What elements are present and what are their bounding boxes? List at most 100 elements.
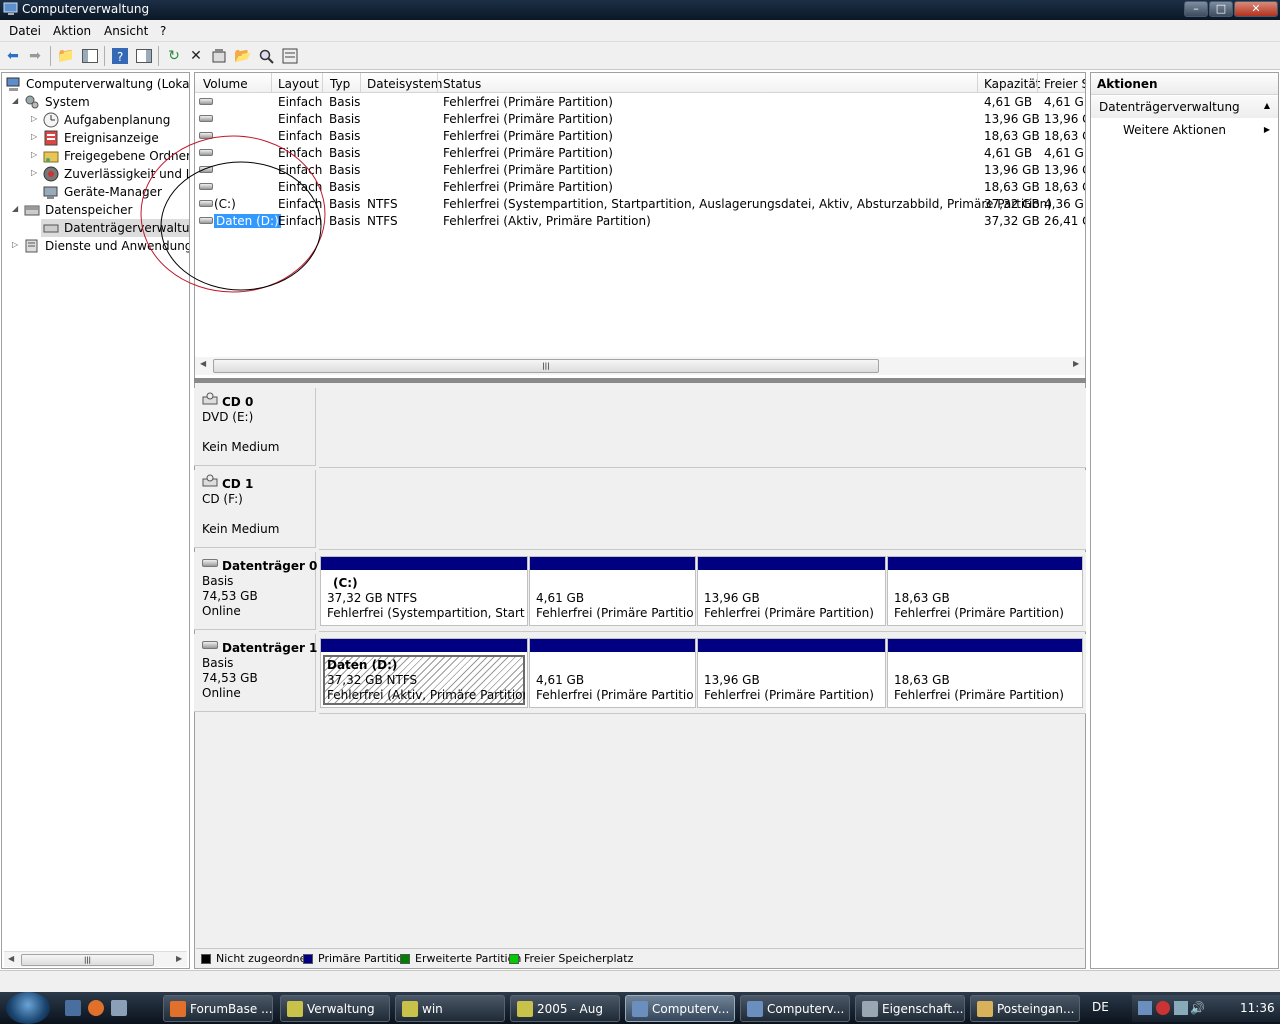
actions-section-datentraegerverwaltung[interactable]: Datenträgerverwaltung ▲ xyxy=(1091,96,1278,118)
disk-line2: CD (F:) xyxy=(202,492,243,506)
volume-row[interactable]: Daten (D:) Einfach Basis NTFS Fehlerfrei (Ak… xyxy=(195,213,1085,230)
partition-block[interactable]: 13,96 GB Fehlerfrei (Primäre Partition) xyxy=(697,556,886,626)
volume-row[interactable]: Einfach Basis Fehlerfrei (Primäre Partitio… xyxy=(195,179,1085,196)
refresh-icon[interactable]: ↻ xyxy=(165,47,183,65)
scroll-right-icon[interactable]: ▶ xyxy=(176,954,182,963)
column-layout[interactable]: Layout xyxy=(278,77,319,91)
help-icon[interactable]: ? xyxy=(111,47,129,65)
disk-label-hdd[interactable]: Datenträger 0 Basis 74,53 GB Online xyxy=(194,552,317,630)
partition-block[interactable]: 4,61 GB Fehlerfrei (Primäre Partition) xyxy=(529,638,696,708)
scroll-right-icon[interactable]: ▶ xyxy=(1073,359,1079,368)
back-arrow-icon[interactable]: ⬅ xyxy=(4,47,22,65)
search-icon[interactable] xyxy=(257,47,275,65)
scroll-thumb[interactable]: ||| xyxy=(21,954,154,966)
switch-windows-icon[interactable] xyxy=(111,1000,127,1016)
tree-item-freigegebene-ordner[interactable]: ▷ Freigegebene Ordner xyxy=(2,147,189,165)
menu-ansicht[interactable]: Ansicht xyxy=(104,24,148,38)
taskbar-item-label: win xyxy=(422,1002,443,1016)
column-dateisystem[interactable]: Dateisystem xyxy=(367,77,442,91)
partition-block[interactable]: Daten (D:) 37,32 GB NTFS Fehlerfrei (Aktiv… xyxy=(320,638,528,708)
disk-label-cd[interactable]: CD 0 DVD (E:) Kein Medium xyxy=(194,388,316,466)
column-freier-speicher[interactable]: Freier Sp xyxy=(1044,77,1085,91)
disk-label-hdd[interactable]: Datenträger 1 Basis 74,53 GB Online xyxy=(194,634,317,712)
expand-arrow-icon[interactable]: ▷ xyxy=(31,168,40,177)
menu-aktion[interactable]: Aktion xyxy=(53,24,91,38)
close-button[interactable]: ✕ xyxy=(1234,1,1278,17)
tree-item-system[interactable]: ◢ System xyxy=(2,93,189,111)
disk-label-cd[interactable]: CD 1 CD (F:) Kein Medium xyxy=(194,470,316,548)
tray-app-icon[interactable] xyxy=(1138,1001,1152,1015)
volume-cell-typ: Basis xyxy=(329,163,361,177)
weitere-aktionen-item[interactable]: Weitere Aktionen ▶ xyxy=(1091,121,1278,141)
delete-icon[interactable]: ✕ xyxy=(187,47,205,65)
acrobat-icon[interactable] xyxy=(1156,1001,1170,1015)
column-typ[interactable]: Typ xyxy=(330,77,350,91)
expand-arrow-icon[interactable]: ▷ xyxy=(31,132,40,141)
expand-arrow-icon[interactable]: ▷ xyxy=(31,114,40,123)
volume-row[interactable]: Einfach Basis Fehlerfrei (Primäre Partitio… xyxy=(195,128,1085,145)
partition-size: 13,96 GB xyxy=(704,673,760,687)
maximize-button[interactable]: □ xyxy=(1209,1,1233,17)
collapse-arrow-icon[interactable]: ◢ xyxy=(12,204,21,213)
expand-arrow-icon[interactable]: ▷ xyxy=(12,240,21,249)
show-hide-action-icon[interactable] xyxy=(135,47,153,65)
taskbar-item[interactable]: ForumBase ... xyxy=(163,995,273,1022)
collapse-up-icon[interactable]: ▲ xyxy=(1264,101,1270,110)
tree-item-datenspeicher[interactable]: ◢ Datenspeicher xyxy=(2,201,189,219)
taskbar-item[interactable]: 2005 - Aug xyxy=(510,995,620,1022)
partition-block[interactable]: 4,61 GB Fehlerfrei (Primäre Partition) xyxy=(529,556,696,626)
scroll-thumb[interactable]: ||| xyxy=(213,359,879,373)
menu-datei[interactable]: Datei xyxy=(9,24,41,38)
scroll-left-icon[interactable]: ◀ xyxy=(200,359,206,368)
up-folder-icon[interactable]: 📁 xyxy=(57,47,75,65)
clock[interactable]: 11:36 xyxy=(1240,1001,1275,1015)
show-desktop-icon[interactable] xyxy=(65,1000,81,1016)
scroll-left-icon[interactable]: ◀ xyxy=(8,954,14,963)
language-indicator[interactable]: DE xyxy=(1092,1000,1109,1014)
taskbar-item[interactable]: Computerv... xyxy=(740,995,850,1022)
taskbar-item-label: Posteingan... xyxy=(997,1002,1075,1016)
network-icon[interactable] xyxy=(1174,1001,1188,1015)
volume-row[interactable]: Einfach Basis Fehlerfrei (Primäre Partitio… xyxy=(195,145,1085,162)
taskbar-item[interactable]: Computerv... xyxy=(625,995,735,1022)
tree-item-dienste[interactable]: ▷ Dienste und Anwendungen xyxy=(2,237,189,255)
partition-block[interactable]: (C:) 37,32 GB NTFS Fehlerfrei (Systemparti… xyxy=(320,556,528,626)
volume-horizontal-scrollbar[interactable]: ◀ ||| ▶ xyxy=(195,357,1085,375)
open-icon[interactable]: 📂 xyxy=(234,47,252,65)
tree-item-ereignisanzeige[interactable]: ▷ Ereignisanzeige xyxy=(2,129,189,147)
collapse-arrow-icon[interactable]: ◢ xyxy=(12,96,21,105)
volume-icon[interactable]: 🔊 xyxy=(1190,1001,1205,1015)
properties-icon[interactable] xyxy=(210,47,228,65)
volume-disk-icon xyxy=(199,115,213,122)
tree-item-geraete-manager[interactable]: Geräte-Manager xyxy=(2,183,189,201)
partition-block[interactable]: 18,63 GB Fehlerfrei (Primäre Partition) xyxy=(887,638,1083,708)
taskbar-item[interactable]: Posteingan... xyxy=(970,995,1080,1022)
partition-block[interactable]: 13,96 GB Fehlerfrei (Primäre Partition) xyxy=(697,638,886,708)
column-kapazitaet[interactable]: Kapazität xyxy=(984,77,1040,91)
volume-row[interactable]: (C:) Einfach Basis NTFS Fehlerfrei (Systempa… xyxy=(195,196,1085,213)
firefox-icon[interactable] xyxy=(88,1000,104,1016)
taskbar-item[interactable]: Eigenschaft... xyxy=(855,995,965,1022)
start-button[interactable] xyxy=(6,992,50,1024)
volume-row[interactable]: Einfach Basis Fehlerfrei (Primäre Partitio… xyxy=(195,111,1085,128)
export-icon[interactable] xyxy=(281,47,299,65)
volume-row[interactable]: Einfach Basis Fehlerfrei (Primäre Partitio… xyxy=(195,94,1085,111)
tree-item-aufgabenplanung[interactable]: ▷ Aufgabenplanung xyxy=(2,111,189,129)
column-volume[interactable]: Volume xyxy=(203,77,248,91)
volume-row[interactable]: Einfach Basis Fehlerfrei (Primäre Partitio… xyxy=(195,162,1085,179)
taskbar-item[interactable]: win xyxy=(395,995,505,1022)
volume-cell-status: Fehlerfrei (Aktiv, Primäre Partition) xyxy=(443,214,651,228)
tree-item-zuverlaessigkeit[interactable]: ▷ Zuverlässigkeit und Leis xyxy=(2,165,189,183)
minimize-button[interactable]: – xyxy=(1184,1,1208,17)
tree-horizontal-scrollbar[interactable]: ◀ ||| ▶ xyxy=(4,951,187,967)
tree-item-datentraegerverwaltung[interactable]: Datenträgerverwaltung xyxy=(41,219,189,237)
column-status[interactable]: Status xyxy=(443,77,481,91)
hard-disk-icon xyxy=(202,559,218,567)
partition-block[interactable]: 18,63 GB Fehlerfrei (Primäre Partition) xyxy=(887,556,1083,626)
show-hide-tree-icon[interactable] xyxy=(81,47,99,65)
menu-help[interactable]: ? xyxy=(160,24,166,38)
forward-arrow-icon[interactable]: ➡ xyxy=(26,47,44,65)
tree-root[interactable]: Computerverwaltung (Lokal) xyxy=(2,75,189,93)
taskbar-item[interactable]: Verwaltung xyxy=(280,995,390,1022)
expand-arrow-icon[interactable]: ▷ xyxy=(31,150,40,159)
